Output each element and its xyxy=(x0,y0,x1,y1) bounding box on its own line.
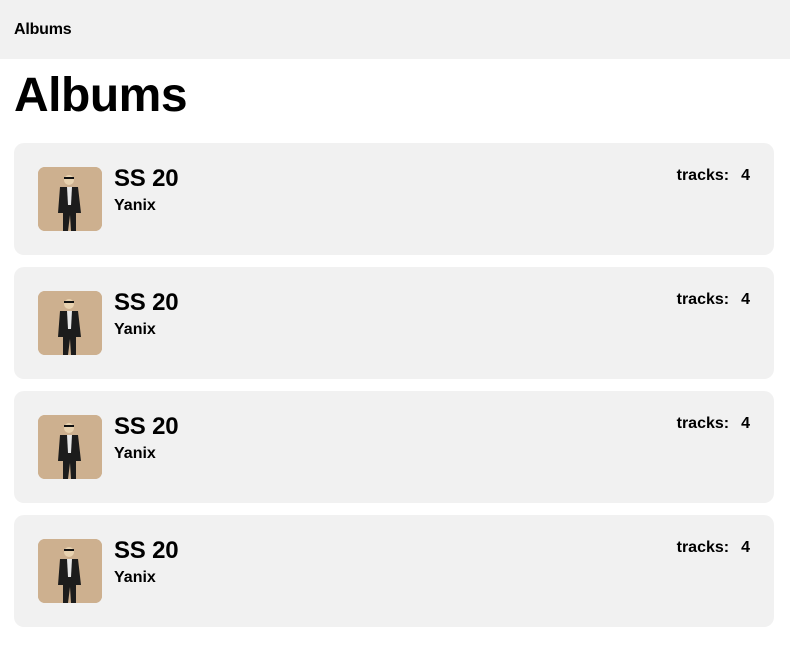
tracks-info: tracks: 4 xyxy=(677,291,750,309)
person-figure-icon xyxy=(38,539,102,603)
tracks-count: 4 xyxy=(741,415,750,432)
album-list: SS 20 Yanix tracks: 4 SS 20 Yanix tracks… xyxy=(14,143,774,639)
album-cover-image xyxy=(38,167,102,231)
person-figure-icon xyxy=(38,415,102,479)
album-card[interactable]: SS 20 Yanix tracks: 4 xyxy=(14,515,774,627)
top-bar: Albums xyxy=(0,0,790,59)
album-artist: Yanix xyxy=(114,321,156,338)
page-title: Albums xyxy=(14,69,188,122)
tracks-count: 4 xyxy=(741,291,750,308)
album-artist: Yanix xyxy=(114,197,156,214)
tracks-info: tracks: 4 xyxy=(677,539,750,557)
tracks-label: tracks: xyxy=(676,291,730,308)
tracks-count: 4 xyxy=(741,539,750,556)
tracks-info: tracks: 4 xyxy=(677,415,750,433)
top-bar-title[interactable]: Albums xyxy=(14,21,72,39)
tracks-info: tracks: 4 xyxy=(677,167,750,185)
album-title: SS 20 xyxy=(114,537,179,564)
tracks-label: tracks: xyxy=(676,415,730,432)
tracks-count: 4 xyxy=(741,167,750,184)
album-cover-image xyxy=(38,539,102,603)
person-figure-icon xyxy=(38,167,102,231)
album-cover-image xyxy=(38,291,102,355)
tracks-label: tracks: xyxy=(676,167,730,184)
album-title: SS 20 xyxy=(114,165,179,192)
tracks-label: tracks: xyxy=(676,539,730,556)
album-card[interactable]: SS 20 Yanix tracks: 4 xyxy=(14,391,774,503)
album-artist: Yanix xyxy=(114,569,156,586)
album-artist: Yanix xyxy=(114,445,156,462)
album-title: SS 20 xyxy=(114,413,179,440)
album-card[interactable]: SS 20 Yanix tracks: 4 xyxy=(14,143,774,255)
person-figure-icon xyxy=(38,291,102,355)
album-card[interactable]: SS 20 Yanix tracks: 4 xyxy=(14,267,774,379)
album-title: SS 20 xyxy=(114,289,179,316)
album-cover-image xyxy=(38,415,102,479)
